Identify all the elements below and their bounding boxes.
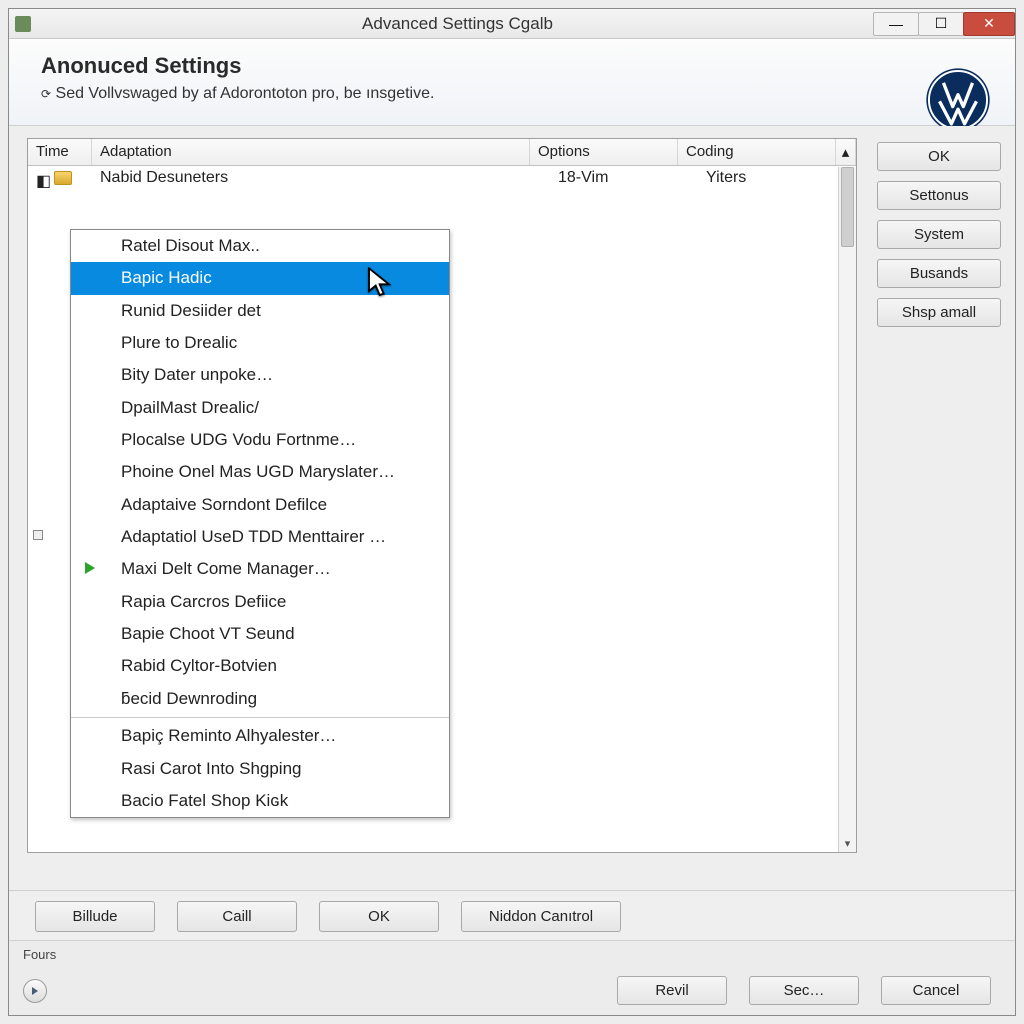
niddon-control-button[interactable]: Niddon Canıtrol	[461, 901, 621, 932]
dropdown-item[interactable]: DpailMast Drealic/	[71, 392, 449, 424]
col-adaptation[interactable]: Adaptation	[92, 139, 530, 165]
scroll-down-icon[interactable]: ▾	[839, 837, 856, 850]
col-time[interactable]: Time	[28, 139, 92, 165]
play-icon	[30, 986, 40, 996]
dropdown-item[interactable]: Bapiç Reminto Alhyalester…	[71, 720, 449, 752]
window-title: Advanced Settings Cgalb	[41, 14, 874, 34]
scroll-thumb[interactable]	[841, 167, 854, 247]
table-row[interactable]: ◧ Nabid Desuneters 18-Vim Yiters	[28, 166, 856, 190]
bottom-bar: Billude Caill OK Niddon Canıtrol	[9, 890, 1015, 940]
folder-icon	[54, 171, 72, 185]
header-band: Anonuced Settings ⟳ Sed Vollvswaged by a…	[9, 39, 1015, 126]
dropdown-item[interactable]: Ratel Disout Max..	[71, 230, 449, 262]
busands-button[interactable]: Busands	[877, 259, 1001, 288]
dropdown-item[interactable]: Plocalse UDG Vodu Fortnme…	[71, 424, 449, 456]
cancel-button[interactable]: Cancel	[881, 976, 991, 1005]
close-button[interactable]: ✕	[963, 12, 1015, 36]
col-scroll-up[interactable]: ▴	[836, 139, 856, 165]
row-adaptation: Nabid Desuneters	[92, 166, 550, 190]
mouse-cursor-icon	[367, 267, 395, 303]
dropdown-item[interactable]: Bity Dater unpoke…	[71, 359, 449, 391]
shsp-amall-button[interactable]: Shsp amall	[877, 298, 1001, 327]
side-buttons: OK Settonus System Busands Shsp amall	[877, 138, 1001, 880]
row-time-cell: ◧	[28, 168, 92, 188]
caill-button[interactable]: Caill	[177, 901, 297, 932]
dropdown-item[interactable]: Phoine Onel Mas UGD Maryslater…	[71, 456, 449, 488]
vw-logo-icon	[925, 67, 991, 133]
col-coding[interactable]: Coding	[678, 139, 836, 165]
dropdown-item[interactable]: ƃecid Dewnroding	[71, 683, 449, 715]
dropdown-item[interactable]: Adaptaive Sorndont Defilce	[71, 489, 449, 521]
page-heading: Anonuced Settings	[41, 53, 995, 79]
dropdown-item[interactable]: Rasi Carot Into Shgping	[71, 753, 449, 785]
status-label: Fours	[23, 947, 56, 962]
window-controls: — ☐ ✕	[874, 12, 1015, 36]
dropdown-item[interactable]: Plure to Drealic	[71, 327, 449, 359]
dropdown-item[interactable]: Rapia Carcros Defiice	[71, 586, 449, 618]
footer-actions: Revil Sec… Cancel	[9, 970, 1015, 1015]
system-button[interactable]: System	[877, 220, 1001, 249]
window: Advanced Settings Cgalb — ☐ ✕ Anonuced S…	[8, 8, 1016, 1016]
dropdown-item[interactable]: Bacio Fatel Shop Kiɢk	[71, 785, 449, 817]
dropdown-item[interactable]: Maxi Delt Come Manager…	[71, 553, 449, 585]
app-icon	[15, 16, 31, 32]
sec-button[interactable]: Sec…	[749, 976, 859, 1005]
sort-icon: ◧	[36, 171, 50, 185]
maximize-button[interactable]: ☐	[918, 12, 964, 36]
ok-bottom-button[interactable]: OK	[319, 901, 439, 932]
dropdown-separator	[71, 717, 449, 718]
ok-button[interactable]: OK	[877, 142, 1001, 171]
active-arrow-icon	[85, 562, 95, 574]
page-subtitle: ⟳ Sed Vollvswaged by af Adorontoton pro,…	[41, 85, 995, 103]
status-bar: Fours	[9, 940, 1015, 970]
item-indicator-icon	[33, 530, 43, 540]
adaptation-dropdown[interactable]: Ratel Disout Max.. Bapic Hadic Runid Des…	[70, 229, 450, 818]
dropdown-item[interactable]: Bapie Choot VT Seund	[71, 618, 449, 650]
dropdown-item[interactable]: Adaptatiol UseD TDD Menttairer …	[71, 521, 449, 553]
row-options: 18-Vim	[550, 166, 698, 190]
subtitle-text: Sed Vollvswaged by af Adorontoton pro, b…	[56, 85, 435, 102]
table-header: Time Adaptation Options Coding ▴	[28, 139, 856, 166]
revil-button[interactable]: Revil	[617, 976, 727, 1005]
vertical-scrollbar[interactable]: ▾	[838, 167, 856, 852]
play-button[interactable]	[23, 979, 47, 1003]
settonus-button[interactable]: Settonus	[877, 181, 1001, 210]
billude-button[interactable]: Billude	[35, 901, 155, 932]
minimize-button[interactable]: —	[873, 12, 919, 36]
dropdown-item[interactable]: Rabid Cyltor-Botvien	[71, 650, 449, 682]
row-coding: Yiters	[698, 166, 856, 190]
col-options[interactable]: Options	[530, 139, 678, 165]
titlebar: Advanced Settings Cgalb — ☐ ✕	[9, 9, 1015, 39]
